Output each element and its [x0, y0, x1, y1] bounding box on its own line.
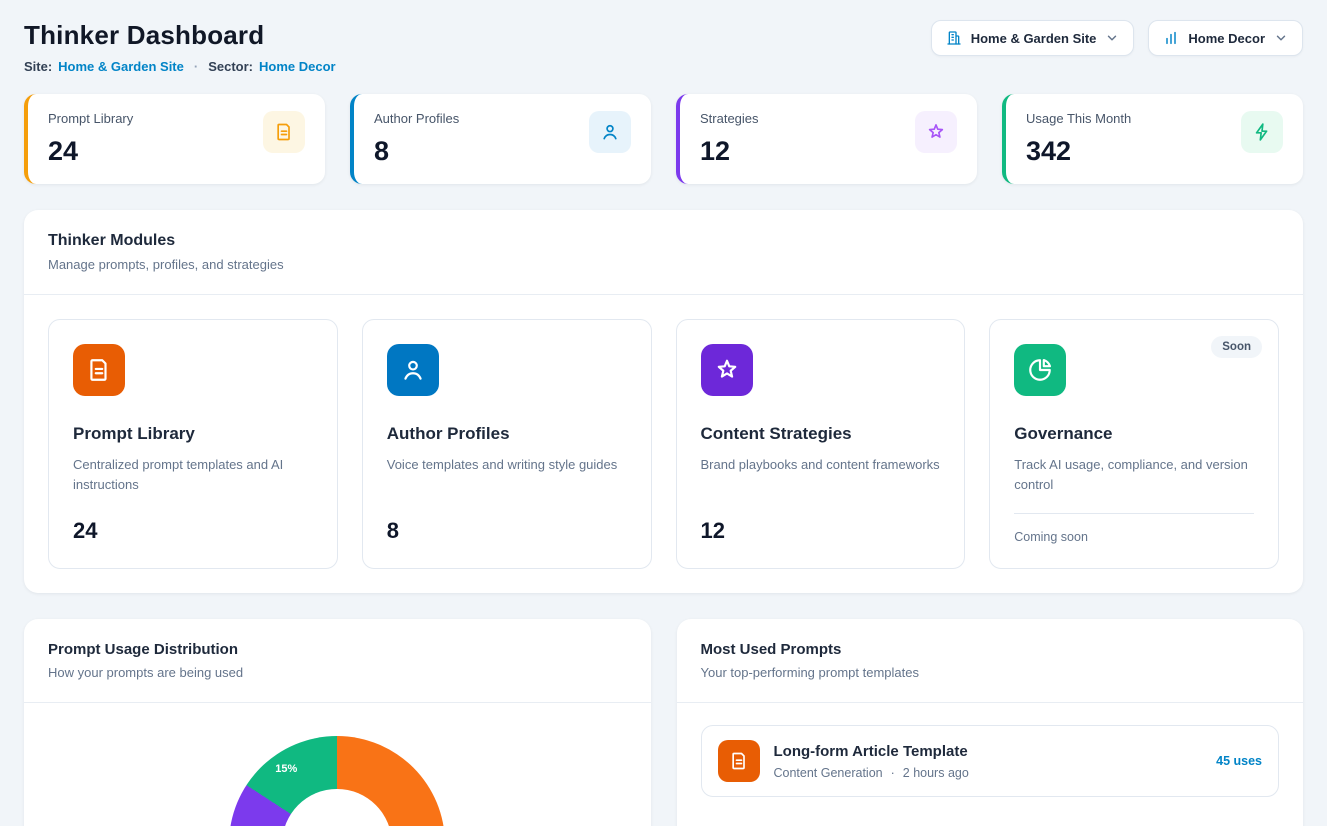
thinker-modules-panel: Thinker Modules Manage prompts, profiles… [24, 210, 1303, 593]
donut-chart-area: 15% [24, 736, 651, 826]
soon-badge: Soon [1211, 336, 1262, 358]
sparkle-icon [915, 111, 957, 153]
sparkle-icon [701, 344, 753, 396]
modules-title: Thinker Modules [48, 232, 1279, 250]
person-icon [589, 111, 631, 153]
bolt-icon [1241, 111, 1283, 153]
donut-slice-label: 15% [275, 763, 297, 775]
site-dropdown-label: Home & Garden Site [971, 31, 1097, 46]
bottom-row: Prompt Usage Distribution How your promp… [24, 619, 1303, 826]
prompt-item-uses: 45 uses [1216, 754, 1262, 768]
stat-card-usage: Usage This Month 342 [1002, 94, 1303, 184]
modules-panel-header: Thinker Modules Manage prompts, profiles… [24, 210, 1303, 294]
header-controls: Home & Garden Site Home Decor [931, 20, 1303, 56]
module-card-prompt-library[interactable]: Prompt Library Centralized prompt templa… [48, 319, 338, 569]
module-title: Governance [1014, 424, 1254, 444]
chevron-down-icon [1274, 31, 1288, 45]
stat-label: Usage This Month [1026, 111, 1131, 126]
module-count: 8 [387, 518, 627, 544]
prompts-title: Most Used Prompts [701, 641, 1280, 658]
sector-label: Sector: [208, 59, 253, 74]
module-title: Author Profiles [387, 424, 627, 444]
module-title: Prompt Library [73, 424, 313, 444]
header: Thinker Dashboard Site: Home & Garden Si… [24, 20, 1303, 74]
module-card-content-strategies[interactable]: Content Strategies Brand playbooks and c… [676, 319, 966, 569]
usage-card-header: Prompt Usage Distribution How your promp… [24, 619, 651, 702]
chevron-down-icon [1105, 31, 1119, 45]
modules-grid: Prompt Library Centralized prompt templa… [24, 295, 1303, 593]
usage-distribution-card: Prompt Usage Distribution How your promp… [24, 619, 651, 826]
sector-dropdown[interactable]: Home Decor [1148, 20, 1303, 56]
page-title: Thinker Dashboard [24, 20, 336, 51]
document-icon [718, 740, 760, 782]
person-icon [387, 344, 439, 396]
prompt-item-category: Content Generation [774, 766, 883, 780]
modules-subtitle: Manage prompts, profiles, and strategies [48, 257, 1279, 272]
building-icon [946, 30, 962, 46]
document-icon [73, 344, 125, 396]
donut-hole [282, 789, 392, 826]
separator-dot: · [194, 59, 198, 74]
prompts-card-header: Most Used Prompts Your top-performing pr… [677, 619, 1304, 702]
prompt-item-time: 2 hours ago [903, 766, 969, 780]
stat-text: Author Profiles 8 [374, 111, 459, 167]
stat-label: Strategies [700, 111, 759, 126]
module-count: 12 [701, 518, 941, 544]
divider [24, 702, 651, 703]
module-card-author-profiles[interactable]: Author Profiles Voice templates and writ… [362, 319, 652, 569]
coming-soon-text: Coming soon [1014, 513, 1254, 544]
stat-card-author-profiles: Author Profiles 8 [350, 94, 651, 184]
site-dropdown[interactable]: Home & Garden Site [931, 20, 1135, 56]
module-description: Centralized prompt templates and AI inst… [73, 455, 313, 494]
most-used-prompts-card: Most Used Prompts Your top-performing pr… [677, 619, 1304, 826]
stat-text: Strategies 12 [700, 111, 759, 167]
site-label: Site: [24, 59, 52, 74]
document-icon [263, 111, 305, 153]
prompt-item-meta: Content Generation · 2 hours ago [774, 766, 1203, 780]
prompt-list: Long-form Article Template Content Gener… [677, 703, 1304, 819]
usage-title: Prompt Usage Distribution [48, 641, 627, 658]
stat-text: Prompt Library 24 [48, 111, 133, 167]
prompt-item-title: Long-form Article Template [774, 743, 1203, 760]
stat-value: 24 [48, 136, 133, 167]
prompt-list-item[interactable]: Long-form Article Template Content Gener… [701, 725, 1280, 797]
pie-chart-icon [1014, 344, 1066, 396]
breadcrumb: Site: Home & Garden Site · Sector: Home … [24, 59, 336, 74]
stat-label: Prompt Library [48, 111, 133, 126]
stats-row: Prompt Library 24 Author Profiles 8 Stra… [24, 94, 1303, 184]
site-link[interactable]: Home & Garden Site [58, 59, 184, 74]
sector-link[interactable]: Home Decor [259, 59, 336, 74]
donut-chart: 15% [229, 736, 445, 826]
stat-text: Usage This Month 342 [1026, 111, 1131, 167]
bar-chart-icon [1163, 30, 1179, 46]
module-description: Brand playbooks and content frameworks [701, 455, 941, 475]
module-description: Voice templates and writing style guides [387, 455, 627, 475]
stat-value: 8 [374, 136, 459, 167]
usage-subtitle: How your prompts are being used [48, 665, 627, 680]
prompt-item-main: Long-form Article Template Content Gener… [774, 743, 1203, 780]
stat-card-strategies: Strategies 12 [676, 94, 977, 184]
separator-dot: · [891, 766, 895, 780]
stat-label: Author Profiles [374, 111, 459, 126]
stat-card-prompt-library: Prompt Library 24 [24, 94, 325, 184]
prompts-subtitle: Your top-performing prompt templates [701, 665, 1280, 680]
module-card-governance[interactable]: Soon Governance Track AI usage, complian… [989, 319, 1279, 569]
dashboard-page: Thinker Dashboard Site: Home & Garden Si… [0, 0, 1327, 826]
module-count: 24 [73, 518, 313, 544]
module-title: Content Strategies [701, 424, 941, 444]
module-description: Track AI usage, compliance, and version … [1014, 455, 1254, 494]
stat-value: 342 [1026, 136, 1131, 167]
stat-value: 12 [700, 136, 759, 167]
sector-dropdown-label: Home Decor [1188, 31, 1265, 46]
header-left: Thinker Dashboard Site: Home & Garden Si… [24, 20, 336, 74]
